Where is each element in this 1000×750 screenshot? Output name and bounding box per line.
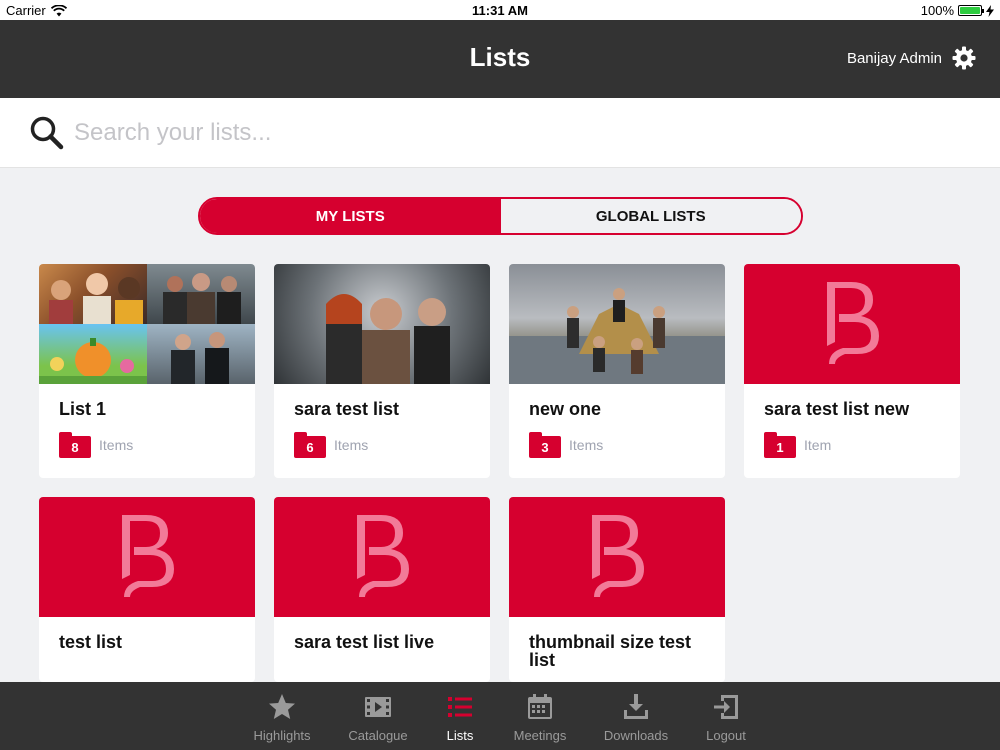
list-name: sara test list live — [294, 632, 435, 652]
item-count-value: 6 — [294, 436, 326, 458]
banijay-logo-icon — [592, 515, 644, 597]
tab-downloads[interactable]: Downloads — [596, 692, 676, 743]
item-count-value: 1 — [764, 436, 796, 458]
list-card[interactable]: sara test list live — [274, 497, 490, 682]
search-bar — [0, 98, 1000, 168]
item-count-label: Items — [99, 437, 134, 453]
list-thumbnail-collage — [39, 264, 255, 384]
gear-icon[interactable] — [952, 46, 976, 70]
list-name: List 1 — [59, 399, 107, 419]
list-thumbnail-placeholder — [509, 497, 725, 617]
list-name: sara test list — [294, 399, 400, 419]
user-name: Banijay Admin — [846, 49, 942, 67]
my-lists-tab[interactable]: MY LISTS — [200, 199, 501, 233]
item-count-label: Items — [334, 437, 369, 453]
banijay-logo-icon — [357, 515, 409, 597]
list-card[interactable]: sara test list 6 Items — [274, 264, 490, 478]
tab-label: Meetings — [513, 728, 567, 743]
tab-label: Logout — [706, 728, 746, 743]
folder-icon: 6 — [294, 432, 326, 458]
tab-highlights[interactable]: Highlights — [242, 692, 322, 743]
tab-label: Highlights — [253, 728, 311, 743]
list-name: new one — [529, 399, 602, 419]
thumbnail-tile — [147, 264, 255, 324]
list-card[interactable]: thumbnail size test list — [509, 497, 725, 682]
item-count-label: Item — [804, 437, 832, 453]
list-thumbnail-placeholder — [274, 497, 490, 617]
list-icon — [448, 697, 472, 717]
list-name: test list — [59, 632, 123, 652]
logout-icon — [714, 695, 738, 719]
battery-percent: 100% — [920, 3, 954, 18]
tab-label: Catalogue — [348, 728, 408, 743]
search-icon — [30, 116, 64, 150]
list-thumbnail-placeholder — [39, 497, 255, 617]
tab-label: Downloads — [603, 728, 669, 743]
tab-logout[interactable]: Logout — [686, 692, 766, 743]
item-count: 1 Item — [764, 432, 831, 458]
list-card[interactable]: new one 3 Items — [509, 264, 725, 478]
item-count-label: Items — [569, 437, 604, 453]
list-thumbnail-placeholder — [744, 264, 960, 384]
banijay-logo-icon — [827, 282, 879, 364]
battery-icon — [958, 5, 984, 16]
film-icon — [365, 697, 391, 717]
tab-label: Lists — [446, 728, 474, 743]
list-thumbnail — [509, 264, 725, 384]
list-card[interactable]: List 1 8 Items — [39, 264, 255, 478]
item-count: 8 Items — [59, 432, 133, 458]
list-thumbnail — [274, 264, 490, 384]
list-scope-toggle: MY LISTS GLOBAL LISTS — [198, 197, 803, 235]
status-time: 11:31 AM — [472, 3, 528, 18]
folder-icon: 3 — [529, 432, 561, 458]
item-count: 3 Items — [529, 432, 603, 458]
user-menu[interactable]: Banijay Admin — [847, 46, 976, 70]
calendar-icon — [528, 694, 552, 719]
tab-catalogue[interactable]: Catalogue — [338, 692, 418, 743]
thumbnail-tile — [39, 264, 147, 324]
thumbnail-tile — [147, 324, 255, 384]
banijay-logo-icon — [122, 515, 174, 597]
folder-icon: 1 — [764, 432, 796, 458]
tab-lists[interactable]: Lists — [420, 692, 500, 743]
download-icon — [624, 694, 648, 719]
status-right: 100% — [921, 3, 994, 18]
star-icon — [269, 694, 295, 719]
thumbnail-tile — [39, 324, 147, 384]
search-input[interactable] — [74, 114, 954, 152]
item-count-value: 3 — [529, 436, 561, 458]
bottom-tab-bar: Highlights Catalogue Lists Meetings Down… — [0, 682, 1000, 750]
list-name: sara test list new — [764, 399, 910, 419]
tab-meetings[interactable]: Meetings — [500, 692, 580, 743]
app-header: Lists Banijay Admin — [0, 20, 1000, 98]
list-name: thumbnail size test list — [529, 632, 692, 670]
list-card[interactable]: sara test list new 1 Item — [744, 264, 960, 478]
charging-icon — [986, 4, 994, 17]
list-card[interactable]: test list — [39, 497, 255, 682]
item-count-value: 8 — [59, 436, 91, 458]
global-lists-tab[interactable]: GLOBAL LISTS — [500, 199, 801, 233]
status-bar: Carrier 11:31 AM 100% — [0, 0, 1000, 20]
folder-icon: 8 — [59, 432, 91, 458]
item-count: 6 Items — [294, 432, 368, 458]
